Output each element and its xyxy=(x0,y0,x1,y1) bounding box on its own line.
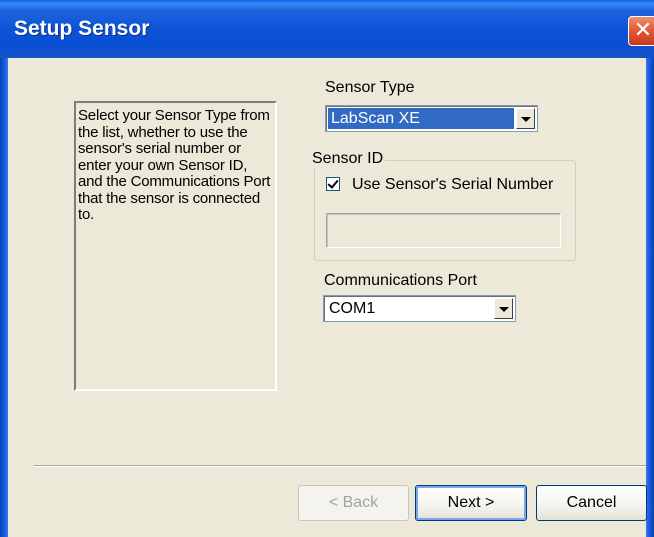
window-frame-left xyxy=(0,58,8,537)
button-separator xyxy=(34,465,646,467)
window-title: Setup Sensor xyxy=(14,17,150,40)
instructions-text: Select your Sensor Type from the list, w… xyxy=(78,107,271,223)
setup-sensor-dialog: Setup Sensor ✕ Select your Sensor Type f… xyxy=(0,0,654,537)
sensor-id-input[interactable] xyxy=(326,213,561,248)
comm-port-dropdown[interactable]: COM1 xyxy=(323,295,516,322)
close-icon: ✕ xyxy=(633,18,653,43)
close-button[interactable]: ✕ xyxy=(628,16,654,46)
sensor-type-dropdown[interactable]: LabScan XE xyxy=(325,105,538,132)
sensor-id-group-label: Sensor ID xyxy=(310,150,386,168)
cancel-button[interactable]: Cancel xyxy=(536,485,647,521)
sensor-type-value: LabScan XE xyxy=(328,108,514,129)
back-button[interactable]: < Back xyxy=(298,485,409,521)
instructions-panel: Select your Sensor Type from the list, w… xyxy=(74,101,277,391)
window-frame-right xyxy=(646,58,654,537)
comm-port-label: Communications Port xyxy=(324,272,477,289)
comm-port-value: COM1 xyxy=(329,300,376,317)
next-button[interactable]: Next > xyxy=(415,485,527,521)
chevron-down-icon[interactable] xyxy=(494,298,513,319)
use-serial-number-label[interactable]: Use Sensor's Serial Number xyxy=(352,176,553,194)
sensor-type-label: Sensor Type xyxy=(325,79,415,96)
chevron-down-icon[interactable] xyxy=(516,108,535,129)
title-bar[interactable]: Setup Sensor ✕ xyxy=(0,0,654,58)
use-serial-number-checkbox[interactable] xyxy=(326,177,340,191)
